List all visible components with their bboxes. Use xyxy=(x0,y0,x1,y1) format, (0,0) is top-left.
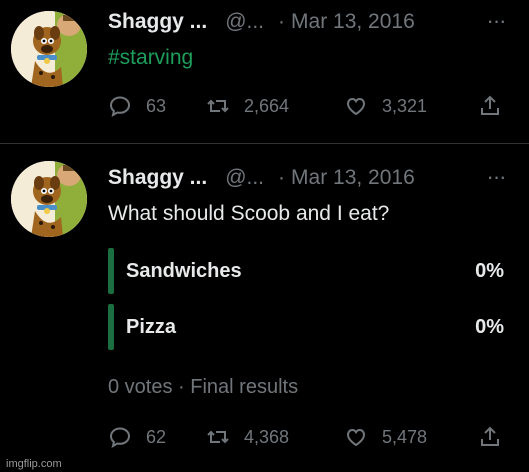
poll-meta: 0 votes · Final results xyxy=(108,376,299,398)
author-name[interactable]: Shaggy ... xyxy=(108,10,207,34)
poll-option-label: Sandwiches xyxy=(126,260,242,282)
tweet-date[interactable]: Mar 13, 2016 xyxy=(291,166,415,190)
author-handle[interactable]: @... xyxy=(225,166,264,190)
reply-count: 63 xyxy=(146,95,167,116)
poll-option-percent: 0% xyxy=(475,260,504,282)
tweet-text: What should Scoob and I eat? xyxy=(108,202,390,225)
reply-icon xyxy=(108,425,132,449)
reply-icon xyxy=(108,94,132,118)
more-options-icon[interactable]: ··· xyxy=(481,166,511,190)
avatar[interactable] xyxy=(11,11,87,87)
poll-option-pizza: Pizza 0% xyxy=(108,304,508,350)
poll-option-label: Pizza xyxy=(126,316,177,338)
poll-option-percent: 0% xyxy=(475,316,504,338)
avatar[interactable] xyxy=(11,161,87,237)
retweet-count: 4,368 xyxy=(244,426,290,447)
retweet-button[interactable]: 2,664 xyxy=(206,94,289,118)
header-separator: · xyxy=(278,166,286,189)
tweet-date[interactable]: Mar 13, 2016 xyxy=(291,10,415,34)
poll-result-bar xyxy=(108,304,114,350)
scooby-doo-avatar-image xyxy=(11,161,87,237)
header-separator: · xyxy=(278,10,286,33)
hashtag-link[interactable]: #starving xyxy=(108,46,193,70)
author-name[interactable]: Shaggy ... xyxy=(108,166,207,190)
like-count: 5,478 xyxy=(382,426,428,447)
retweet-icon xyxy=(206,425,230,449)
tweet-1[interactable]: Shaggy ... @... · Mar 13, 2016 ··· #star… xyxy=(0,0,529,143)
tweet-header: Shaggy ... @... · Mar 13, 2016 xyxy=(108,10,415,36)
more-options-icon[interactable]: ··· xyxy=(481,10,511,34)
poll-option-sandwiches: Sandwiches 0% xyxy=(108,248,508,294)
share-button[interactable] xyxy=(478,425,502,449)
imgflip-watermark: imgflip.com xyxy=(6,458,62,470)
retweet-count: 2,664 xyxy=(244,95,290,116)
like-button[interactable]: 3,321 xyxy=(344,94,427,118)
like-button[interactable]: 5,478 xyxy=(344,425,427,449)
tweet-header: Shaggy ... @... · Mar 13, 2016 xyxy=(108,166,415,192)
retweet-icon xyxy=(206,94,230,118)
share-icon xyxy=(478,425,502,449)
share-button[interactable] xyxy=(478,94,502,118)
reply-count: 62 xyxy=(146,426,167,447)
tweet-actions: 62 4,368 5,478 xyxy=(108,425,508,451)
like-count: 3,321 xyxy=(382,95,428,116)
reply-button[interactable]: 63 xyxy=(108,94,166,118)
heart-icon xyxy=(344,425,368,449)
poll-result-bar xyxy=(108,248,114,294)
tweet-actions: 63 2,664 3,321 xyxy=(108,94,508,120)
reply-button[interactable]: 62 xyxy=(108,425,166,449)
heart-icon xyxy=(344,94,368,118)
tweet-2[interactable]: Shaggy ... @... · Mar 13, 2016 ··· What … xyxy=(0,144,529,472)
author-handle[interactable]: @... xyxy=(225,10,264,34)
share-icon xyxy=(478,94,502,118)
retweet-button[interactable]: 4,368 xyxy=(206,425,289,449)
scooby-doo-avatar-image xyxy=(11,11,87,87)
